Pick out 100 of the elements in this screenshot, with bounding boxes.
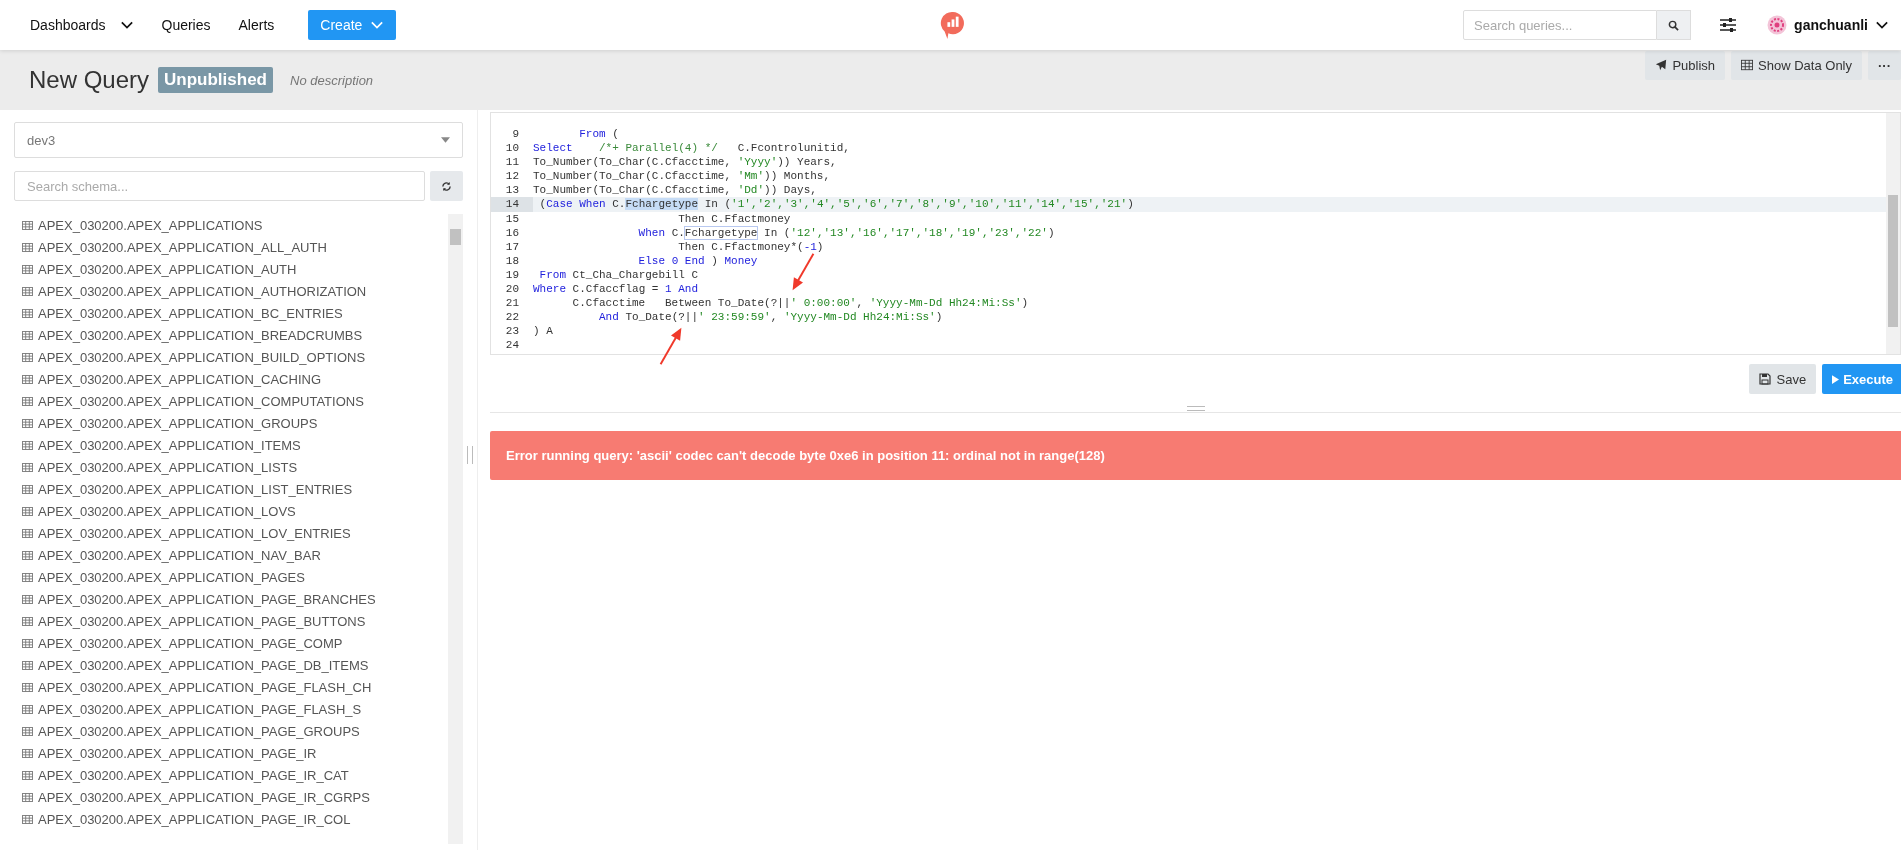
schema-table-item[interactable]: APEX_030200.APEX_APPLICATION_PAGE_IR_CAT bbox=[22, 764, 448, 786]
schema-table-item[interactable]: APEX_030200.APEX_APPLICATION_BUILD_OPTIONS bbox=[22, 346, 448, 368]
save-button[interactable]: Save bbox=[1749, 364, 1817, 394]
nav-link[interactable]: Dashboards bbox=[16, 17, 148, 33]
code-line: From ( bbox=[578, 127, 619, 142]
caret-icon bbox=[441, 137, 450, 143]
scrollbar[interactable] bbox=[1886, 113, 1900, 354]
search-field[interactable]: Search queries... bbox=[1463, 10, 1658, 40]
schema-table-item[interactable]: APEX_030200.APEX_APPLICATION_PAGE_FLASH_S bbox=[22, 698, 448, 720]
caret-icon bbox=[1875, 19, 1889, 31]
table-icon bbox=[22, 550, 33, 560]
schema-table-item[interactable]: APEX_030200.APEX_APPLICATION_AUTH bbox=[22, 258, 448, 280]
schema-table-item[interactable]: APEX_030200.APEX_APPLICATION_NAV_BAR bbox=[22, 544, 448, 566]
table-icon bbox=[22, 396, 33, 406]
schema-table-item[interactable]: APEX_030200.APEX_APPLICATION_LISTS bbox=[22, 456, 448, 478]
schema-table-item[interactable]: APEX_030200.APEX_APPLICATION_COMPUTATIONS bbox=[22, 390, 448, 412]
code-line: When C.Fchargetype In ('12','13','16','17','18','19','23','22') bbox=[637, 225, 1055, 240]
code-line: From Ct_Cha_Chargebill C bbox=[538, 267, 699, 283]
schema-table-item[interactable]: APEX_030200.APEX_APPLICATION_LIST_ENTRIES bbox=[22, 478, 448, 500]
schema-table-item[interactable]: APEX_030200.APEX_APPLICATIONS bbox=[22, 214, 448, 236]
refresh-icon bbox=[441, 180, 452, 192]
line-number: 11 bbox=[504, 155, 520, 170]
code-line: Then C.Ffactmoney bbox=[677, 211, 791, 226]
table-icon bbox=[22, 748, 33, 758]
publish-button[interactable]: Publish bbox=[1645, 50, 1726, 80]
schema-table-item[interactable]: APEX_030200.APEX_APPLICATION_CACHING bbox=[22, 368, 448, 390]
table-icon bbox=[22, 682, 33, 692]
refresh-button[interactable] bbox=[430, 171, 463, 201]
table-icon bbox=[22, 792, 33, 802]
schema-table-item[interactable]: APEX_030200.APEX_APPLICATION_ALL_AUTH bbox=[22, 236, 448, 258]
schema-table-item[interactable]: APEX_030200.APEX_APPLICATION_PAGE_GROUPS bbox=[22, 720, 448, 742]
schema-table-item[interactable]: APEX_030200.APEX_APPLICATION_PAGE_BUTTONS bbox=[22, 610, 448, 632]
scrollbar[interactable] bbox=[448, 214, 463, 844]
schema-table-item[interactable]: APEX_030200.APEX_APPLICATION_ITEMS bbox=[22, 434, 448, 456]
line-number: 24 bbox=[504, 338, 520, 353]
code-line: And To_Date(?||' 23:59:59', 'Yyyy-Mm-Dd Hh24:Mi:Ss') bbox=[598, 310, 943, 325]
table-icon bbox=[22, 308, 33, 318]
search-icon bbox=[1668, 19, 1680, 31]
table-icon bbox=[22, 660, 33, 670]
send-icon bbox=[1655, 59, 1668, 71]
nav-link[interactable]: Alerts bbox=[224, 17, 289, 33]
schema-table-item[interactable]: APEX_030200.APEX_APPLICATION_PAGE_IR bbox=[22, 742, 448, 764]
user-menu[interactable]: ganchuanli bbox=[1767, 15, 1889, 35]
schema-table-item[interactable]: APEX_030200.APEX_APPLICATION_PAGE_COMP bbox=[22, 632, 448, 654]
query-description[interactable]: No description bbox=[290, 72, 374, 88]
table-icon bbox=[22, 286, 33, 296]
schema-search-field[interactable]: Search schema... bbox=[14, 171, 425, 201]
data-source-select[interactable]: dev3 bbox=[14, 122, 463, 158]
code-line: To_Number(To_Char(C.Cfacctime, 'Mm')) Months, bbox=[533, 169, 831, 184]
table-icon bbox=[22, 242, 33, 252]
more-button[interactable]: ··· bbox=[1868, 50, 1901, 80]
code-line: Select /*+ Parallel(4) */ C.Fcontrolunitid, bbox=[533, 141, 850, 156]
schema-table-item[interactable]: APEX_030200.APEX_APPLICATION_PAGES bbox=[22, 566, 448, 588]
line-number: 19 bbox=[504, 267, 520, 283]
code-line: Else 0 End ) Money bbox=[637, 253, 758, 268]
table-icon bbox=[22, 814, 33, 824]
table-icon bbox=[22, 330, 33, 340]
schema-table-item[interactable]: APEX_030200.APEX_APPLICATION_PAGE_IR_COL bbox=[22, 808, 448, 830]
schema-table-item[interactable]: APEX_030200.APEX_APPLICATION_PAGE_BRANCHES bbox=[22, 588, 448, 610]
code-line: Where C.Cfaccflag = 1 And bbox=[533, 282, 699, 297]
table-icon bbox=[22, 704, 33, 714]
code-editor[interactable] bbox=[490, 112, 1901, 355]
table-icon bbox=[22, 484, 33, 494]
schema-table-item[interactable]: APEX_030200.APEX_APPLICATION_PAGE_FLASH_CH bbox=[22, 676, 448, 698]
code-line: Then C.Ffactmoney*(-1) bbox=[677, 239, 824, 254]
caret-icon bbox=[370, 19, 385, 31]
code-line: C.Cfacctime Between To_Date(?||' 0:00:00', 'Yyyy-Mm-Dd Hh24:Mi:Ss') bbox=[571, 296, 1029, 311]
resize-handle[interactable] bbox=[467, 446, 473, 464]
show-data-button[interactable]: Show Data Only bbox=[1731, 50, 1862, 80]
schema-table-item[interactable]: APEX_030200.APEX_APPLICATION_PAGE_IR_CGRPS bbox=[22, 786, 448, 808]
line-number: 9 bbox=[511, 127, 520, 142]
schema-table-item[interactable]: APEX_030200.APEX_APPLICATION_LOV_ENTRIES bbox=[22, 522, 448, 544]
caret-icon bbox=[119, 19, 134, 31]
table-icon bbox=[22, 528, 33, 538]
resize-handle[interactable] bbox=[1186, 406, 1205, 411]
schema-table-item[interactable]: APEX_030200.APEX_APPLICATION_AUTHORIZATION bbox=[22, 280, 448, 302]
status-badge: Unpublished bbox=[158, 67, 273, 93]
schema-table-item[interactable]: APEX_030200.APEX_APPLICATION_BC_ENTRIES bbox=[22, 302, 448, 324]
schema-table-item[interactable]: APEX_030200.APEX_APPLICATION_GROUPS bbox=[22, 412, 448, 434]
table-icon bbox=[22, 726, 33, 736]
arrow-drawing bbox=[790, 252, 816, 292]
schema-table-item[interactable]: APEX_030200.APEX_APPLICATION_LOVS bbox=[22, 500, 448, 522]
line-number: 15 bbox=[504, 211, 520, 226]
nav-link[interactable]: Queries bbox=[147, 17, 225, 33]
line-number: 17 bbox=[504, 239, 520, 254]
floppy-icon bbox=[1759, 373, 1772, 385]
table-icon bbox=[22, 770, 33, 780]
error-message: Error running query: 'ascii' codec can't decode byte 0xe6 in position 11: ordinal not in range(128) bbox=[490, 431, 1901, 480]
table-icon bbox=[22, 220, 33, 230]
schema-table-item[interactable]: APEX_030200.APEX_APPLICATION_BREADCRUMBS bbox=[22, 324, 448, 346]
line-number: 22 bbox=[504, 310, 520, 325]
table-icon bbox=[22, 572, 33, 582]
search-button[interactable] bbox=[1657, 10, 1692, 40]
settings-icon[interactable] bbox=[1719, 17, 1738, 33]
query-title: New Query bbox=[29, 66, 150, 94]
schema-table-item[interactable]: APEX_030200.APEX_APPLICATION_PAGE_DB_ITEMS bbox=[22, 654, 448, 676]
table-icon bbox=[22, 264, 33, 274]
line-number: 10 bbox=[504, 141, 520, 156]
line-number: 23 bbox=[504, 324, 520, 339]
code-line: To_Number(To_Char(C.Cfacctime, 'Dd')) Days, bbox=[533, 183, 817, 198]
